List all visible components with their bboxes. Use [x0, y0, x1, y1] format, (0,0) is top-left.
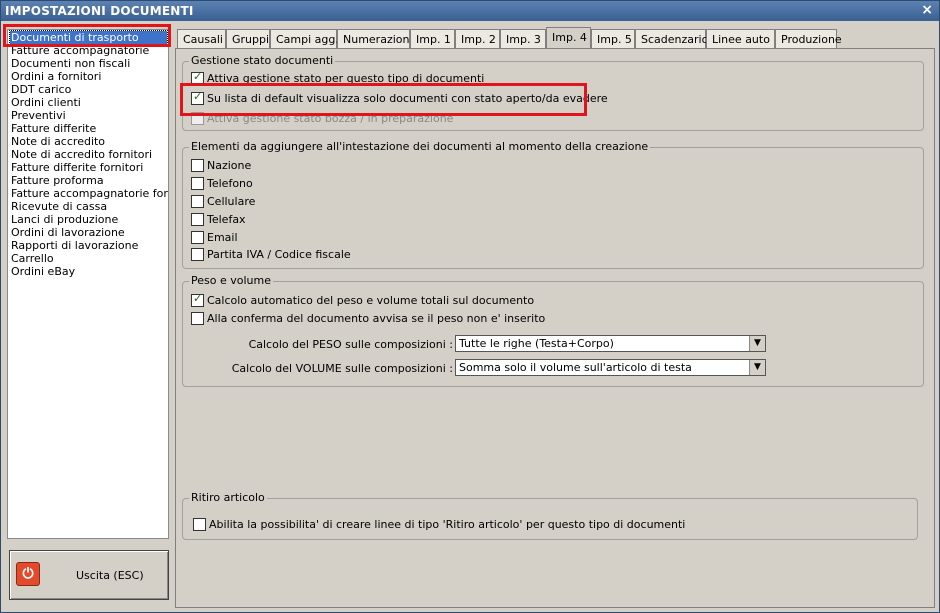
- checkbox[interactable]: [191, 312, 204, 325]
- exit-button-label: Uscita (ESC): [76, 569, 144, 582]
- list-item[interactable]: Note di accredito fornitori: [11, 148, 152, 161]
- tab-panel-imp4: Gestione stato documenti Attiva gestione…: [175, 48, 935, 608]
- checkbox-label: Su lista di default visualizza solo docu…: [207, 92, 608, 105]
- list-item[interactable]: Ordini eBay: [11, 265, 75, 278]
- list-item[interactable]: Carrello: [11, 252, 54, 265]
- list-item[interactable]: Ordini clienti: [11, 96, 81, 109]
- list-item[interactable]: Fatture accompagnatorie fornito: [11, 187, 168, 200]
- group-peso-volume-legend: Peso e volume: [189, 274, 273, 287]
- tab-imp-2[interactable]: Imp. 2: [455, 29, 500, 48]
- group-elementi-intestazione: Elementi da aggiungere all'intestazione …: [182, 140, 924, 269]
- tab-imp-1[interactable]: Imp. 1: [410, 29, 455, 48]
- checkbox-label: Telefax: [207, 213, 246, 226]
- checkbox-label: Email: [207, 231, 238, 244]
- title-bar: IMPOSTAZIONI DOCUMENTI ×: [1, 1, 939, 21]
- tab-campi-agg[interactable]: Campi agg.: [270, 29, 339, 48]
- list-item[interactable]: Fatture proforma: [11, 174, 104, 187]
- group-elementi-legend: Elementi da aggiungere all'intestazione …: [189, 140, 651, 153]
- checkbox[interactable]: [191, 70, 204, 85]
- volume-select-value: Somma solo il volume sull'articolo di te…: [459, 361, 692, 374]
- checkbox-label: Partita IVA / Codice fiscale: [207, 248, 351, 261]
- exit-button[interactable]: ⏻ Uscita (ESC): [9, 550, 169, 600]
- list-item[interactable]: Ricevute di cassa: [11, 200, 107, 213]
- peso-select-value: Tutte le righe (Testa+Corpo): [459, 337, 614, 350]
- list-item[interactable]: Preventivi: [11, 109, 66, 122]
- checkbox-label: Cellulare: [207, 195, 256, 208]
- checkbox-label: Attiva gestione stato bozza / in prepara…: [207, 112, 454, 125]
- list-item[interactable]: Note di accredito: [11, 135, 105, 148]
- tab-imp-5[interactable]: Imp. 5: [591, 29, 635, 48]
- checkbox[interactable]: [191, 231, 204, 244]
- tab-causali[interactable]: Causali: [177, 29, 226, 48]
- checkbox-label: Calcolo automatico del peso e volume tot…: [207, 294, 535, 307]
- checkbox[interactable]: [191, 90, 204, 105]
- volume-label: Calcolo del VOLUME sulle composizioni :: [231, 362, 453, 375]
- list-item[interactable]: Documenti di trasporto: [9, 30, 168, 45]
- checkbox[interactable]: [193, 518, 206, 531]
- list-item[interactable]: Fatture differite fornitori: [11, 161, 143, 174]
- checkbox[interactable]: [191, 195, 204, 208]
- tab-produzione[interactable]: Produzione: [775, 29, 842, 48]
- window-title: IMPOSTAZIONI DOCUMENTI: [5, 4, 194, 18]
- tab-imp-3[interactable]: Imp. 3: [500, 29, 546, 48]
- group-gestione-stato: Gestione stato documenti Attiva gestione…: [182, 54, 924, 131]
- group-gestione-stato-legend: Gestione stato documenti: [189, 54, 336, 67]
- document-type-list[interactable]: Documenti di trasporto Fatture accompagna…: [7, 29, 169, 539]
- tab-scadenzario[interactable]: Scadenzario: [635, 29, 708, 48]
- checkbox-label: Alla conferma del documento avvisa se il…: [207, 312, 546, 325]
- chevron-down-icon[interactable]: ▼: [749, 336, 765, 351]
- chevron-down-icon[interactable]: ▼: [749, 360, 765, 375]
- checkbox[interactable]: [191, 159, 204, 172]
- volume-select[interactable]: Somma solo il volume sull'articolo di te…: [455, 359, 766, 376]
- settings-window: IMPOSTAZIONI DOCUMENTI × Documenti di tr…: [0, 0, 940, 613]
- checkbox-label: Attiva gestione stato per questo tipo di…: [207, 72, 485, 85]
- checkbox[interactable]: [191, 248, 204, 261]
- group-peso-volume: Peso e volume Calcolo automatico del pes…: [182, 274, 924, 387]
- peso-label: Calcolo del PESO sulle composizioni :: [248, 338, 453, 351]
- list-item[interactable]: Ordini a fornitori: [11, 70, 101, 83]
- checkbox-label: Abilita la possibilita' di creare linee …: [209, 518, 686, 531]
- group-ritiro-articolo: Ritiro articolo Abilita la possibilita' …: [182, 491, 918, 540]
- tab-numerazioni[interactable]: Numerazioni: [337, 29, 413, 48]
- list-item[interactable]: Lanci di produzione: [11, 213, 118, 226]
- list-item[interactable]: Documenti non fiscali: [11, 57, 130, 70]
- checkbox[interactable]: [191, 213, 204, 226]
- close-icon[interactable]: ×: [921, 2, 933, 18]
- checkbox-label: Nazione: [207, 159, 252, 172]
- checkbox-label: Telefono: [207, 177, 253, 190]
- tab-imp-4[interactable]: Imp. 4: [546, 27, 591, 48]
- peso-select[interactable]: Tutte le righe (Testa+Corpo) ▼: [455, 335, 766, 352]
- power-icon: ⏻: [16, 562, 40, 586]
- tab-linee-auto[interactable]: Linee auto: [706, 29, 775, 48]
- checkbox[interactable]: [191, 177, 204, 190]
- group-ritiro-legend: Ritiro articolo: [189, 491, 267, 504]
- checkbox[interactable]: [191, 292, 204, 307]
- checkbox: [191, 112, 204, 125]
- list-item[interactable]: Fatture accompagnatorie: [11, 44, 149, 57]
- list-item[interactable]: Fatture differite: [11, 122, 96, 135]
- list-item[interactable]: Rapporti di lavorazione: [11, 239, 138, 252]
- list-item[interactable]: DDT carico: [11, 83, 71, 96]
- list-item[interactable]: Ordini di lavorazione: [11, 226, 125, 239]
- tab-gruppi[interactable]: Gruppi: [226, 29, 270, 48]
